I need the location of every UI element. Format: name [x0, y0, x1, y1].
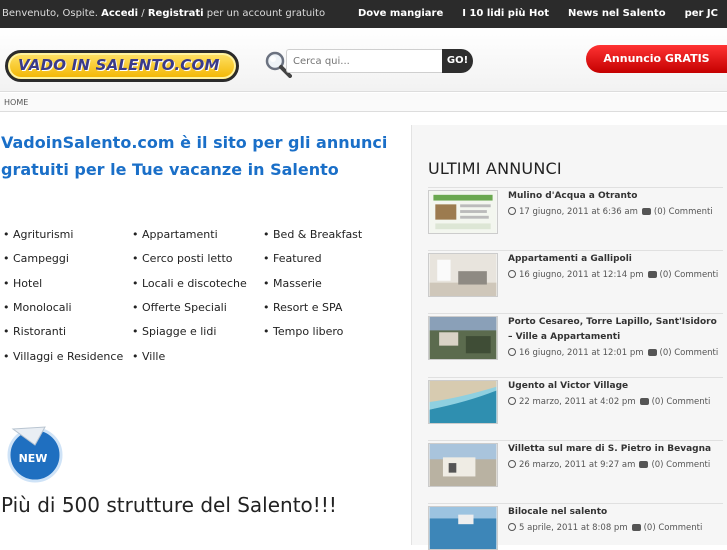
post-meta: 26 marzo, 2011 at 9:27 am (0) Commenti [508, 460, 710, 470]
category-item[interactable]: Spiagge e lidi [132, 325, 216, 338]
sidebar: ULTIMI ANNUNCI Mulino d'Acqua a Otranto … [411, 125, 727, 550]
clock-icon [508, 207, 516, 215]
category-item[interactable]: Masserie [263, 277, 322, 290]
nav-news-salento[interactable]: News nel Salento [558, 0, 675, 28]
site-logo[interactable]: VADO IN SALENTO.COM [5, 50, 239, 82]
category-item[interactable]: Campeggi [3, 252, 69, 265]
nav-dove-mangiare[interactable]: Dove mangiare [348, 0, 452, 28]
category-item[interactable]: Ville [132, 350, 165, 363]
category-item[interactable]: Monolocali [3, 301, 72, 314]
category-item[interactable]: Villaggi e Residence [3, 350, 123, 363]
register-link[interactable]: Registrati [148, 8, 204, 19]
post-title[interactable]: Appartamenti a Gallipoli [508, 252, 723, 267]
list-item[interactable]: Porto Cesareo, Torre Lapillo, Sant'Isido… [428, 313, 723, 377]
post-comments[interactable]: (0) Commenti [654, 207, 713, 217]
category-item[interactable]: Featured [263, 252, 322, 265]
post-date: 26 marzo, 2011 at 9:27 am [519, 460, 636, 470]
comment-icon [641, 208, 651, 215]
page-title: VadoinSalento.com è il sito per gli annu… [1, 133, 388, 179]
comment-icon [639, 461, 649, 468]
post-thumbnail[interactable] [428, 316, 498, 360]
main-content: VadoinSalento.com è il sito per gli annu… [0, 112, 410, 545]
welcome-suffix: per un account gratuito [206, 8, 326, 19]
category-item[interactable]: Resort e SPA [263, 301, 342, 314]
free-ad-button[interactable]: Annuncio GRATIS [586, 45, 727, 73]
comment-icon [647, 271, 657, 278]
list-item[interactable]: Bilocale nel salento 5 aprile, 2011 at 8… [428, 503, 723, 550]
post-date: 16 giugno, 2011 at 12:01 pm [519, 348, 644, 358]
post-date: 22 marzo, 2011 at 4:02 pm [519, 397, 636, 407]
category-item[interactable]: Locali e discoteche [132, 277, 247, 290]
nav-per-jc[interactable]: per JC [675, 0, 727, 28]
category-item[interactable]: Bed & Breakfast [263, 228, 362, 241]
post-comments[interactable]: (0) Commenti [660, 270, 719, 280]
comment-icon [631, 524, 641, 531]
post-thumbnail[interactable] [428, 253, 498, 297]
top-bar: Benvenuto, Ospite. Accedi / Registrati p… [0, 0, 727, 28]
post-meta: 5 aprile, 2011 at 8:08 pm (0) Commenti [508, 523, 702, 533]
post-date: 17 giugno, 2011 at 6:36 am [519, 207, 638, 217]
search-button[interactable]: GO! [442, 49, 473, 73]
post-comments[interactable]: (0) Commenti [644, 523, 703, 533]
list-item[interactable]: Appartamenti a Gallipoli 16 giugno, 2011… [428, 250, 723, 313]
post-meta: 16 giugno, 2011 at 12:01 pm (0) Commenti [508, 348, 718, 358]
welcome-text: Benvenuto, Ospite. Accedi / Registrati p… [2, 8, 325, 19]
clock-icon [508, 348, 516, 356]
post-title[interactable]: Bilocale nel salento [508, 505, 723, 520]
category-item[interactable]: Cerco posti letto [132, 252, 233, 265]
post-thumbnail[interactable] [428, 380, 498, 424]
new-sticker-icon: NEW [7, 426, 63, 483]
post-comments[interactable]: (0) Commenti [660, 348, 719, 358]
clock-icon [508, 523, 516, 531]
post-comments[interactable]: (0) Commenti [652, 397, 711, 407]
search-input[interactable] [286, 49, 443, 73]
welcome-prefix: Benvenuto, Ospite. [2, 8, 98, 19]
list-item[interactable]: Mulino d'Acqua a Otranto 17 giugno, 2011… [428, 187, 723, 250]
promo-heading: Più di 500 strutture del Salento!!! [1, 493, 337, 517]
post-meta: 22 marzo, 2011 at 4:02 pm (0) Commenti [508, 397, 710, 407]
post-thumbnail[interactable] [428, 190, 498, 234]
comment-icon [647, 349, 657, 356]
clock-icon [508, 460, 516, 468]
category-item[interactable]: Hotel [3, 277, 42, 290]
post-thumbnail[interactable] [428, 443, 498, 487]
logo-text: VADO IN SALENTO.COM [18, 56, 220, 74]
category-item[interactable]: Ristoranti [3, 325, 66, 338]
category-item[interactable]: Offerte Speciali [132, 301, 227, 314]
category-item[interactable]: Appartamenti [132, 228, 218, 241]
login-register-separator: / [138, 8, 148, 19]
post-date: 5 aprile, 2011 at 8:08 pm [519, 523, 628, 533]
post-date: 16 giugno, 2011 at 12:14 pm [519, 270, 644, 280]
post-title[interactable]: Porto Cesareo, Torre Lapillo, Sant'Isido… [508, 315, 723, 345]
login-link[interactable]: Accedi [101, 8, 138, 19]
breadcrumb: HOME [0, 93, 727, 112]
new-badge-text: NEW [19, 452, 48, 465]
sidebar-title: ULTIMI ANNUNCI [428, 159, 562, 178]
clock-icon [508, 397, 516, 405]
top-nav: Dove mangiare I 10 lidi più Hot News nel… [348, 0, 727, 28]
comment-icon [639, 398, 649, 405]
post-thumbnail[interactable] [428, 506, 498, 550]
post-title[interactable]: Ugento al Victor Village [508, 379, 723, 394]
post-meta: 17 giugno, 2011 at 6:36 am (0) Commenti [508, 207, 713, 217]
list-item[interactable]: Ugento al Victor Village 22 marzo, 2011 … [428, 377, 723, 440]
category-item[interactable]: Agriturismi [3, 228, 73, 241]
list-item[interactable]: Villetta sul mare di S. Pietro in Bevagn… [428, 440, 723, 503]
category-item[interactable]: Tempo libero [263, 325, 343, 338]
post-meta: 16 giugno, 2011 at 12:14 pm (0) Commenti [508, 270, 718, 280]
nav-10-lidi[interactable]: I 10 lidi più Hot [452, 0, 558, 28]
post-comments[interactable]: (0) Commenti [651, 460, 710, 470]
post-title[interactable]: Mulino d'Acqua a Otranto [508, 189, 723, 204]
clock-icon [508, 270, 516, 278]
post-title[interactable]: Villetta sul mare di S. Pietro in Bevagn… [508, 442, 723, 457]
breadcrumb-home[interactable]: HOME [4, 98, 28, 107]
